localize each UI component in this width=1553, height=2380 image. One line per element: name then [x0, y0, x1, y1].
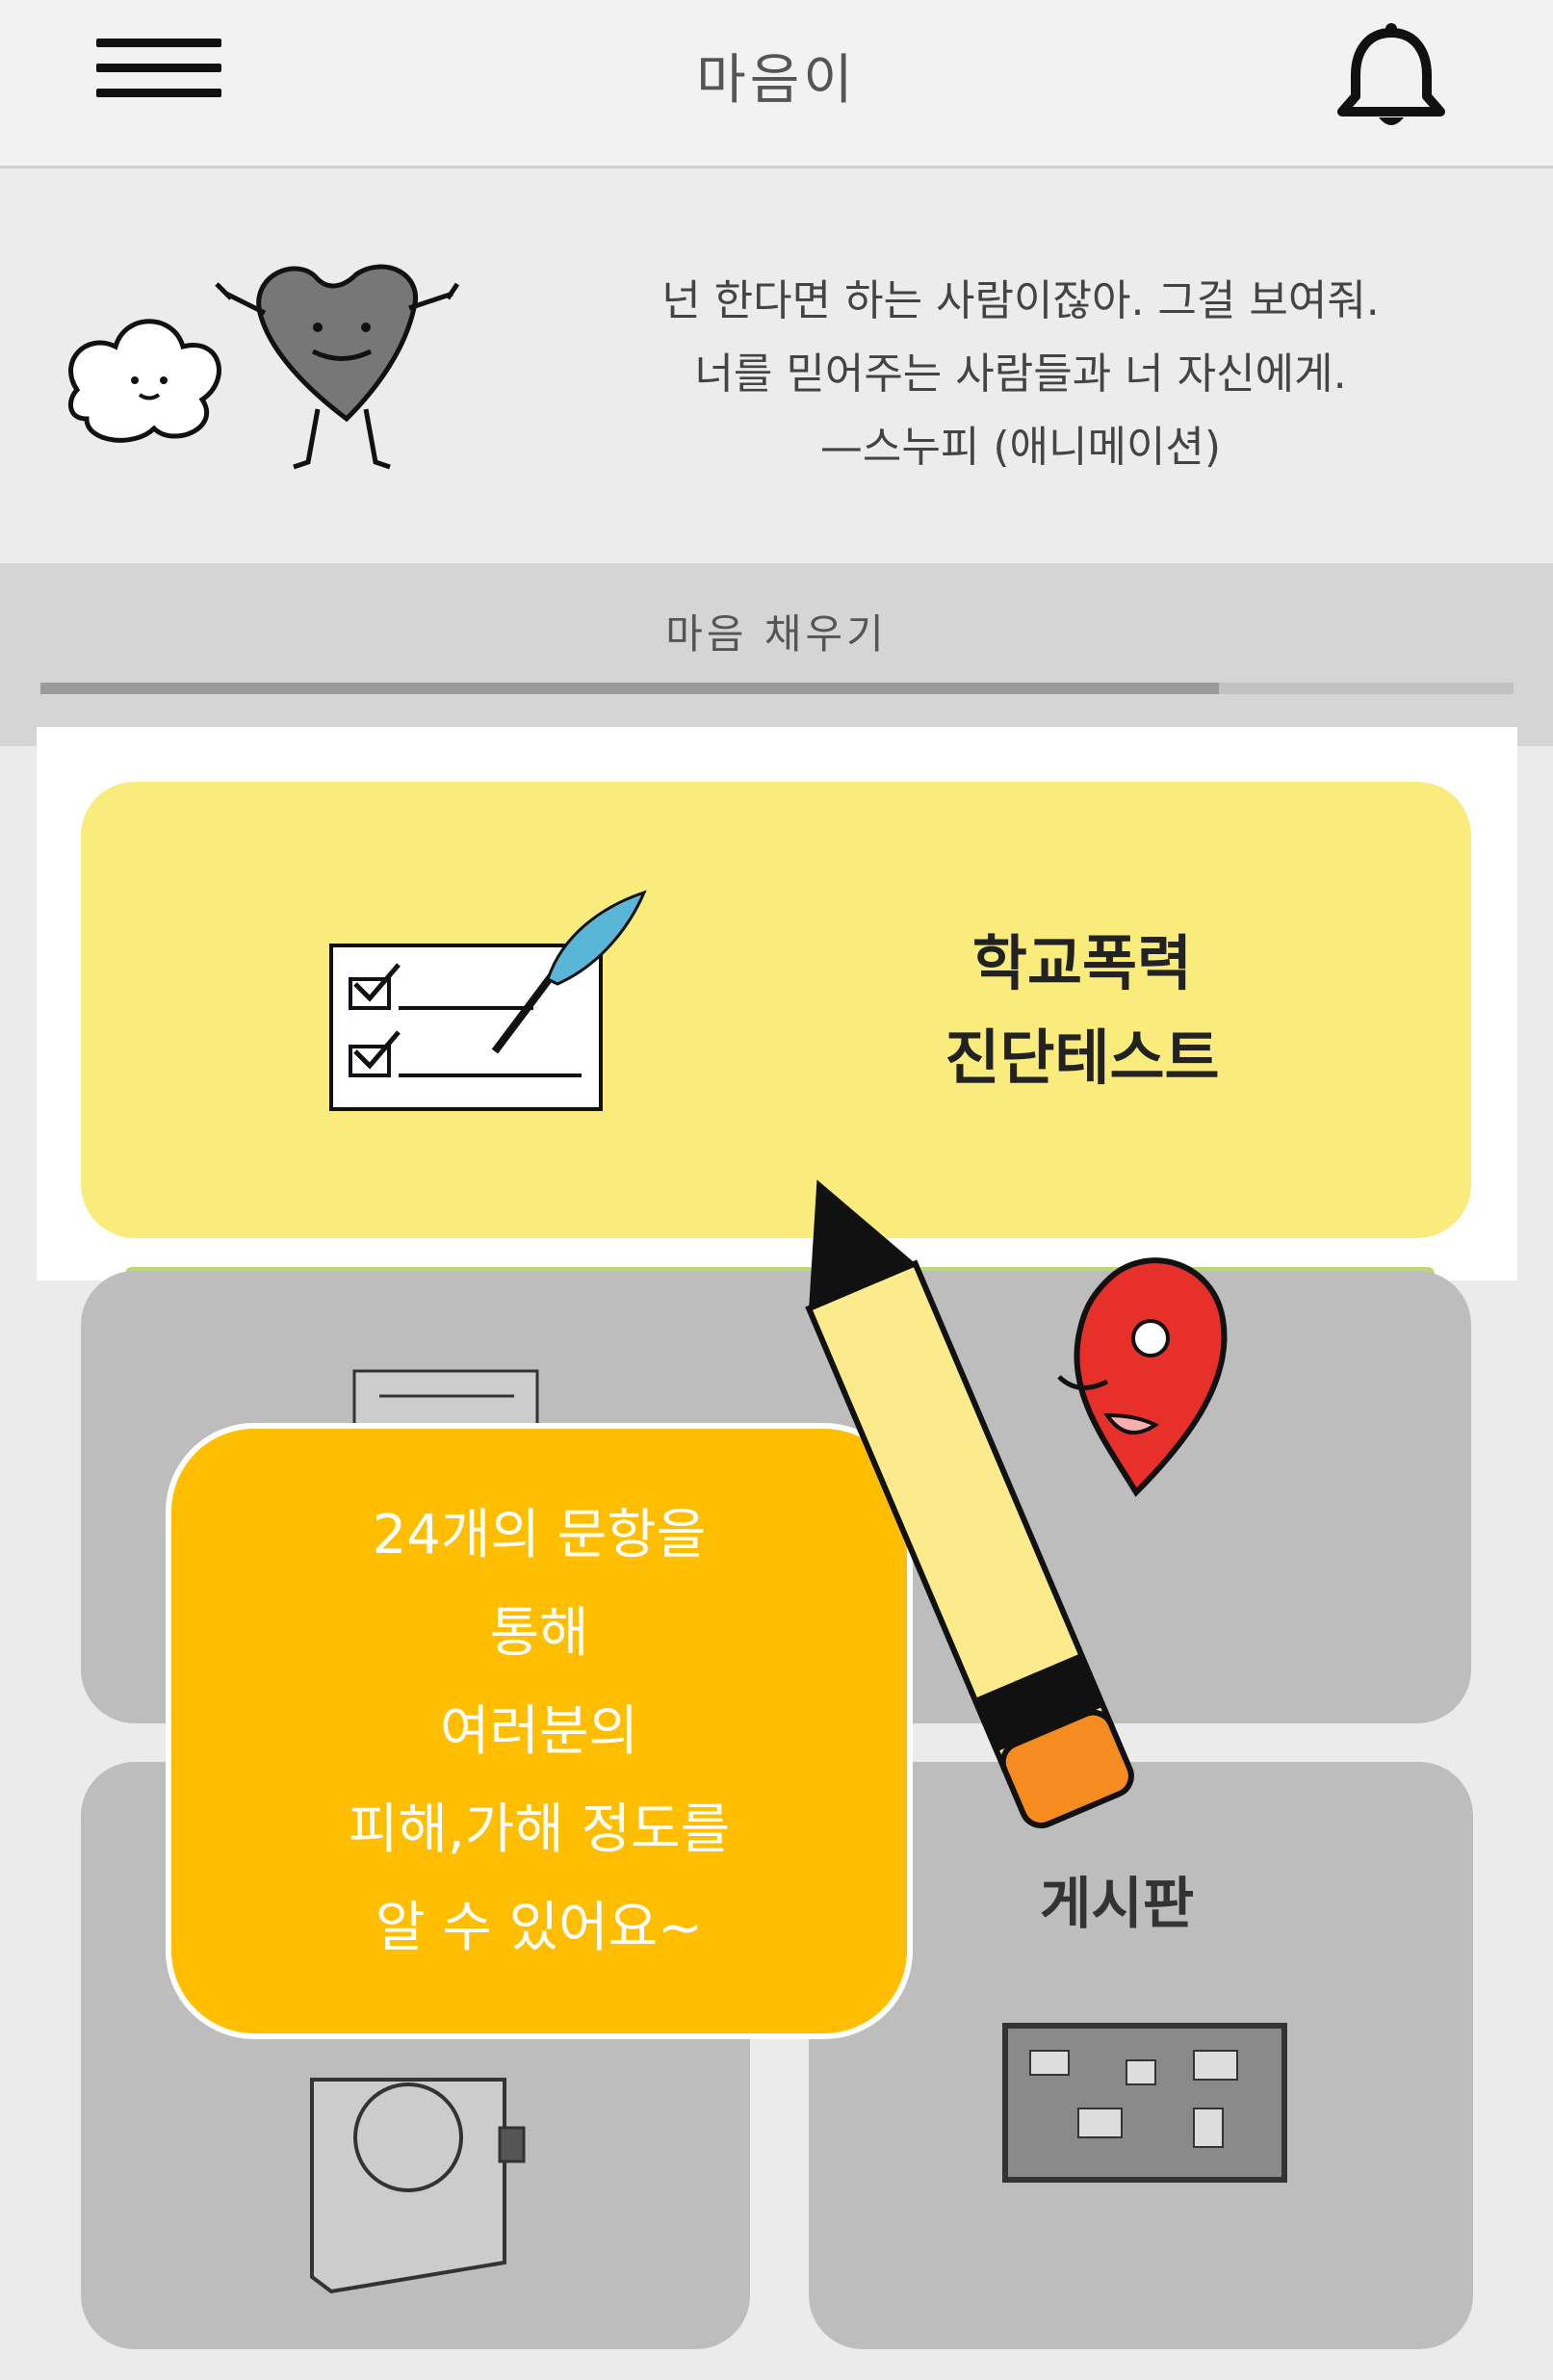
- heart-and-cloud-illustration: [67, 264, 460, 470]
- bulletin-board-icon: [1002, 2023, 1287, 2183]
- tab-indicator-track: [40, 683, 1514, 694]
- checklist-with-pen-icon: [329, 890, 647, 1111]
- top-app-bar: 마음이: [0, 0, 1553, 168]
- test-card-title-line: 진단테스트: [945, 1022, 1220, 1093]
- test-card-title-line: 학교폭력: [971, 928, 1193, 998]
- pencil-heart-mascot: [805, 1179, 1228, 1829]
- tab-indicator: [40, 683, 1219, 694]
- tab-fill-heart[interactable]: 마음 채우기: [0, 602, 1553, 660]
- bell-icon[interactable]: [1329, 19, 1454, 135]
- quote-banner: 넌 한다면 하는 사람이잖아. 그걸 보여줘. 너를 믿어주는 사람들과 너 자…: [0, 168, 1553, 563]
- tab-bar: 마음 채우기: [0, 563, 1553, 746]
- quote-line: 너를 믿어주는 사람들과 너 자신에게.: [694, 349, 1347, 399]
- app-title: 마음이: [696, 49, 857, 112]
- diary-book-icon: [310, 2078, 526, 2294]
- tooltip-line: 알 수 있어요~: [375, 1897, 704, 1959]
- quote-attribution: —스누피 (애니메이션): [819, 423, 1222, 472]
- test-card-title: 학교폭력 진단테스트: [832, 917, 1333, 1105]
- quote-text: 넌 한다면 하는 사람이잖아. 그걸 보여줘. 너를 믿어주는 사람들과 너 자…: [558, 265, 1483, 484]
- quote-line: 넌 한다면 하는 사람이잖아. 그걸 보여줘.: [661, 276, 1380, 325]
